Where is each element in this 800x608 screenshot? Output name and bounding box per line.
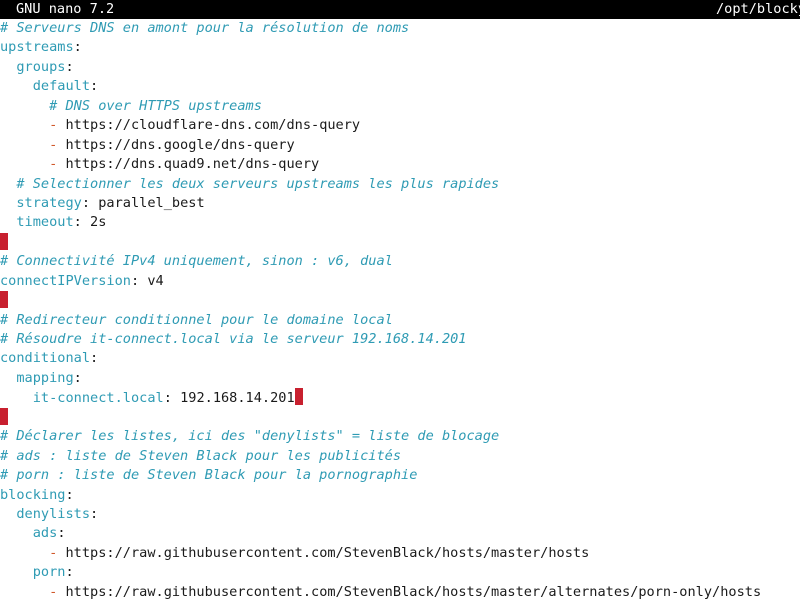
comment: # Serveurs DNS en amont pour la résoluti… bbox=[0, 20, 410, 36]
code-line: it-connect.local: 192.168.14.201 bbox=[0, 388, 800, 407]
code-line: blocking: bbox=[0, 486, 74, 503]
code-line: default: bbox=[32, 78, 99, 95]
yaml-value: https://raw.githubusercontent.com/Steven… bbox=[65, 544, 590, 561]
yaml-value: v4 bbox=[147, 272, 164, 289]
nano-titlebar: GNU nano 7.2 /opt/blocky bbox=[0, 0, 800, 19]
yaml-key: default bbox=[32, 78, 91, 95]
code-line bbox=[0, 232, 800, 252]
code-line: - https://cloudflare-dns.com/dns-query bbox=[0, 116, 800, 135]
trailing-whitespace-marker bbox=[0, 407, 8, 425]
code-line: ads: bbox=[32, 525, 66, 542]
comment: # Selectionner les deux serveurs upstrea… bbox=[16, 175, 500, 192]
code-line: - https://raw.githubusercontent.com/Stev… bbox=[0, 544, 800, 563]
yaml-key: strategy bbox=[16, 194, 82, 211]
comment: # Déclarer les listes, ici des "denylist… bbox=[0, 428, 500, 445]
code-line: # Connectivité IPv4 uniquement, sinon : … bbox=[0, 252, 800, 271]
code-line bbox=[0, 407, 800, 427]
code-line: # porn : liste de Steven Black pour la p… bbox=[0, 466, 800, 485]
yaml-value: https://dns.quad9.net/dns-query bbox=[65, 156, 320, 173]
yaml-key: ads bbox=[32, 525, 58, 542]
code-line: # Serveurs DNS en amont pour la résoluti… bbox=[0, 19, 800, 38]
yaml-key: denylists bbox=[16, 505, 91, 522]
editor-area[interactable]: # Serveurs DNS en amont pour la résoluti… bbox=[0, 19, 800, 608]
code-line: # Selectionner les deux serveurs upstrea… bbox=[0, 175, 800, 194]
code-line: connectIPVersion: v4 bbox=[0, 272, 164, 289]
code-line: groups: bbox=[16, 58, 74, 75]
yaml-key: mapping bbox=[16, 369, 74, 386]
code-line: conditional: bbox=[0, 350, 99, 367]
list-dash: - bbox=[49, 117, 58, 134]
file-path: /opt/blocky bbox=[716, 1, 800, 17]
yaml-value: https://dns.google/dns-query bbox=[65, 136, 295, 153]
yaml-key: groups bbox=[16, 58, 66, 75]
code-line: # Résoudre it-connect.local via le serve… bbox=[0, 330, 800, 349]
code-line: # DNS over HTTPS upstreams bbox=[0, 97, 800, 116]
yaml-key: it-connect.local bbox=[32, 390, 164, 407]
code-line: - https://raw.githubusercontent.com/Stev… bbox=[0, 583, 800, 602]
yaml-key: porn bbox=[32, 564, 66, 581]
yaml-value: 2s bbox=[90, 214, 107, 231]
list-dash: - bbox=[49, 156, 58, 173]
list-dash: - bbox=[49, 136, 58, 153]
code-line: mapping: bbox=[16, 369, 82, 386]
yaml-key: blocking bbox=[0, 486, 66, 503]
comment: # Connectivité IPv4 uniquement, sinon : … bbox=[0, 253, 393, 270]
code-line: - https://dns.google/dns-query bbox=[0, 136, 800, 155]
yaml-key: upstreams bbox=[0, 39, 74, 56]
yaml-key: connectIPVersion bbox=[0, 272, 131, 289]
comment: # porn : liste de Steven Black pour la p… bbox=[0, 467, 418, 484]
trailing-whitespace-marker bbox=[0, 232, 8, 250]
yaml-key: conditional bbox=[0, 350, 91, 367]
comment: # ads : liste de Steven Black pour les p… bbox=[0, 447, 402, 464]
code-line bbox=[0, 291, 800, 310]
code-line: porn: bbox=[32, 564, 74, 581]
code-line: # Redirecteur conditionnel pour le domai… bbox=[0, 311, 800, 330]
yaml-value: https://raw.githubusercontent.com/Steven… bbox=[65, 583, 762, 600]
code-line: upstreams: bbox=[0, 39, 82, 56]
code-line: # ads : liste de Steven Black pour les p… bbox=[0, 447, 800, 466]
yaml-value: 192.168.14.201 bbox=[180, 390, 295, 407]
code-line: timeout: 2s bbox=[16, 214, 107, 231]
comment: # Résoudre it-connect.local via le serve… bbox=[0, 331, 467, 347]
code-line: strategy: parallel_best bbox=[16, 194, 205, 211]
text-cursor bbox=[294, 388, 303, 406]
code-line: # Déclarer les listes, ici des "denylist… bbox=[0, 427, 800, 446]
list-dash: - bbox=[49, 544, 58, 561]
comment: # Redirecteur conditionnel pour le domai… bbox=[0, 311, 393, 328]
yaml-key: timeout bbox=[16, 214, 74, 231]
code-line: - https://dns.quad9.net/dns-query bbox=[0, 155, 800, 174]
code-line: denylists: bbox=[16, 505, 99, 522]
trailing-whitespace-marker bbox=[0, 291, 8, 309]
yaml-value: https://cloudflare-dns.com/dns-query bbox=[65, 117, 361, 134]
yaml-value: parallel_best bbox=[98, 194, 205, 211]
comment: # DNS over HTTPS upstreams bbox=[49, 97, 262, 114]
list-dash: - bbox=[49, 583, 58, 600]
app-title: GNU nano 7.2 bbox=[16, 1, 115, 17]
